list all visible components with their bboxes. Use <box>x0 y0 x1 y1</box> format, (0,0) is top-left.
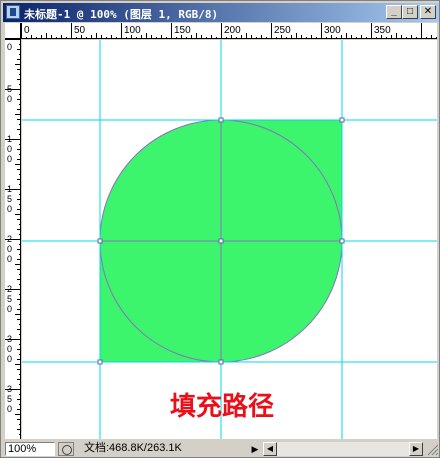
horizontal-ruler[interactable]: 0 50 100 150 200 250 300 350 <box>21 23 437 39</box>
vruler-label: 350 <box>7 384 12 414</box>
horizontal-ruler-ticks: 0 50 100 150 200 250 300 350 <box>21 23 437 38</box>
anchor-point[interactable] <box>97 238 103 244</box>
document-window: 未标题-1 @ 100% (图层 1, RGB/8) _ □ ✕ 0 50 10… <box>0 0 440 458</box>
vruler-label: 100 <box>7 134 12 164</box>
document-size-info: 文档:468.8K/263.1K <box>84 442 182 454</box>
photoshop-doc-icon[interactable] <box>6 5 20 19</box>
hruler-label: 150 <box>174 25 191 36</box>
ruler-origin[interactable] <box>5 23 21 39</box>
scroll-right-button[interactable]: ▶ <box>409 442 423 456</box>
vertical-ruler[interactable]: 0 50 100 150 200 250 300 350 <box>5 39 21 439</box>
vertical-ruler-ticks: 0 50 100 150 200 250 300 350 <box>5 39 20 435</box>
anchor-point[interactable] <box>218 117 224 123</box>
vruler-label: 250 <box>7 284 12 314</box>
horizontal-scrollbar[interactable]: ◀ ▶ <box>263 442 423 456</box>
vruler-label: 50 <box>7 84 12 104</box>
window-title: 未标题-1 @ 100% (图层 1, RGB/8) <box>24 8 219 21</box>
hruler-label: 200 <box>224 25 241 36</box>
anchor-point[interactable] <box>339 238 345 244</box>
vruler-label: 300 <box>7 334 12 364</box>
resize-grip-icon[interactable] <box>425 442 439 456</box>
anchor-point[interactable] <box>218 359 224 365</box>
fill-path-caption: 填充路径 <box>170 391 274 422</box>
scroll-left-button[interactable]: ◀ <box>263 442 277 456</box>
hruler-label: 0 <box>24 25 30 36</box>
close-button[interactable]: ✕ <box>420 5 436 19</box>
hruler-label: 300 <box>324 25 341 36</box>
minimize-button[interactable]: _ <box>386 5 402 19</box>
document-canvas[interactable]: 填充路径 <box>22 40 437 439</box>
anchor-point[interactable] <box>339 117 345 123</box>
hruler-label: 350 <box>374 25 391 36</box>
status-menu-arrow-icon[interactable]: ▶ <box>249 442 261 456</box>
hruler-label: 250 <box>274 25 291 36</box>
vruler-label: 150 <box>7 184 12 214</box>
zoom-input[interactable]: 100% <box>5 442 55 456</box>
maximize-button[interactable]: □ <box>402 5 418 19</box>
vruler-label: 0 <box>7 42 12 52</box>
vruler-label: 200 <box>7 234 12 264</box>
status-bar: 100% 文档:468.8K/263.1K ▶ ◀ ▶ <box>3 441 439 457</box>
title-bar[interactable]: 未标题-1 @ 100% (图层 1, RGB/8) _ □ ✕ <box>3 3 439 22</box>
hruler-label: 100 <box>124 25 141 36</box>
hruler-label: 50 <box>74 25 86 36</box>
anchor-point[interactable] <box>97 359 103 365</box>
anchor-point[interactable] <box>218 238 224 244</box>
canvas-artwork: 填充路径 <box>22 40 437 439</box>
status-info-icon[interactable] <box>58 442 74 456</box>
